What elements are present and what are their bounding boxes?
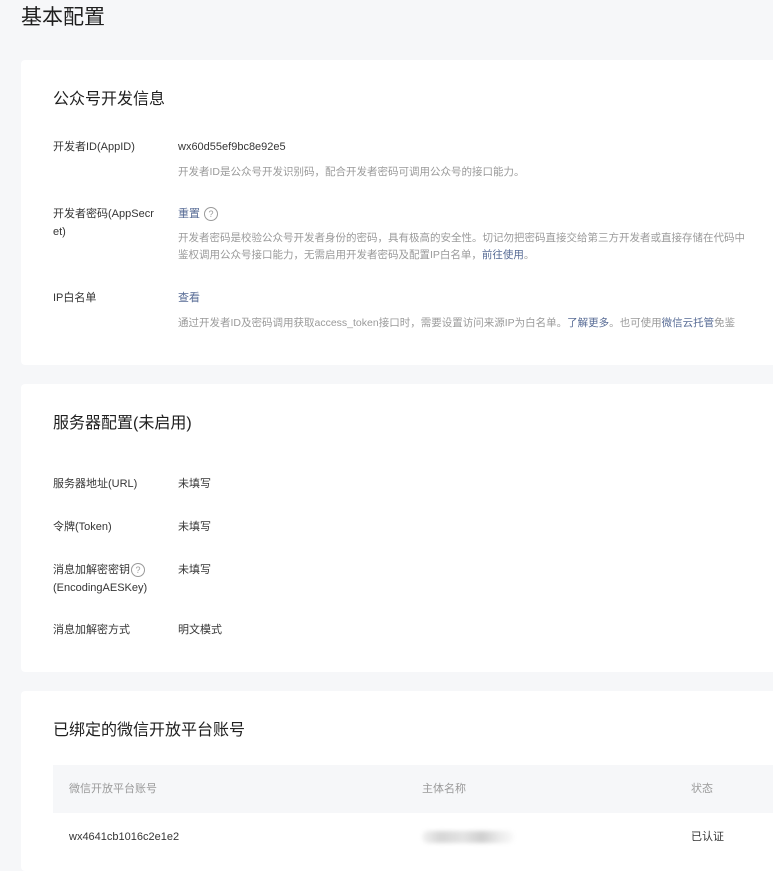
column-header-status: 状态 [691,783,713,795]
aes-key-value: 未填写 [178,564,211,576]
go-use-link[interactable]: 前往使用 [482,249,524,261]
server-config-title: 服务器配置(未启用) [53,415,192,432]
table-header: 微信开放平台账号 主体名称 状态 [53,765,773,813]
ip-whitelist-actions: 查看 [178,289,200,307]
token-label: 令牌(Token) [53,521,112,533]
appsecret-desc-line2: 鉴权调用公众号接口能力，无需启用开发者密码及配置IP白名单，前往使用。 [178,246,534,264]
ip-whitelist-desc: 通过开发者ID及密码调用获取access_token接口时，需要设置访问来源IP… [178,314,735,332]
appid-desc: 开发者ID是公众号开发识别码，配合开发者密码可调用公众号的接口能力。 [178,166,525,178]
learn-more-link[interactable]: 了解更多 [567,317,609,329]
token-value: 未填写 [178,521,211,533]
appsecret-actions: 重置? [178,205,218,223]
wechat-cloud-link[interactable]: 微信云托管 [662,317,715,329]
server-config-card: 服务器配置(未启用) 服务器地址(URL) 未填写 令牌(Token) 未填写 … [21,384,773,672]
open-platform-table: 微信开放平台账号 主体名称 状态 wx4641cb1016c2e1e2 已认证 [53,765,773,861]
appsecret-help-icon[interactable]: ? [204,207,218,222]
ip-desc-text: 通过开发者ID及密码调用获取access_token接口时，需要设置访问来源IP… [178,317,568,329]
account-cell: wx4641cb1016c2e1e2 [69,831,180,843]
status-cell: 已认证 [691,831,724,843]
appid-value: wx60d55ef9bc8e92e5 [178,141,286,153]
ip-desc-suffix: 免鉴 [714,317,736,329]
aes-key-label-text: 消息加解密密钥 [53,564,130,576]
column-header-entity: 主体名称 [422,783,466,795]
redacted-entity-name [422,831,514,844]
appsecret-label: 开发者密码(AppSecret) [53,208,154,238]
ip-desc-middle: 。也可使用 [609,317,662,329]
appsecret-desc-text: 鉴权调用公众号接口能力，无需启用开发者密码及配置IP白名单， [178,249,482,261]
server-url-label: 服务器地址(URL) [53,478,138,490]
ip-whitelist-label: IP白名单 [53,292,97,304]
column-header-account: 微信开放平台账号 [69,783,157,795]
dev-info-card: 公众号开发信息 开发者ID(AppID) wx60d55ef9bc8e92e5 … [21,60,773,365]
table-row: wx4641cb1016c2e1e2 已认证 [53,813,773,861]
open-platform-title: 已绑定的微信开放平台账号 [53,722,246,739]
aes-key-label-en: (EncodingAESKey) [53,582,148,594]
dev-info-title: 公众号开发信息 [53,91,166,108]
page-title: 基本配置 [21,6,105,29]
aes-key-help-icon[interactable]: ? [131,563,145,578]
reset-secret-link[interactable]: 重置 [178,208,200,220]
encrypt-mode-value: 明文模式 [178,624,222,636]
encrypt-mode-label: 消息加解密方式 [53,624,130,636]
appid-label: 开发者ID(AppID) [53,141,135,153]
appsecret-desc-line1: 开发者密码是校验公众号开发者身份的密码，具有极高的安全性。切记勿把密码直接交给第… [178,232,745,244]
open-platform-card: 已绑定的微信开放平台账号 微信开放平台账号 主体名称 状态 wx4641cb10… [21,691,773,871]
aes-key-label: 消息加解密密钥? (EncodingAESKey) [53,561,163,597]
view-ip-whitelist-link[interactable]: 查看 [178,292,200,304]
server-url-value: 未填写 [178,478,211,490]
entity-name-cell [422,813,514,861]
appsecret-desc-period: 。 [523,249,535,261]
